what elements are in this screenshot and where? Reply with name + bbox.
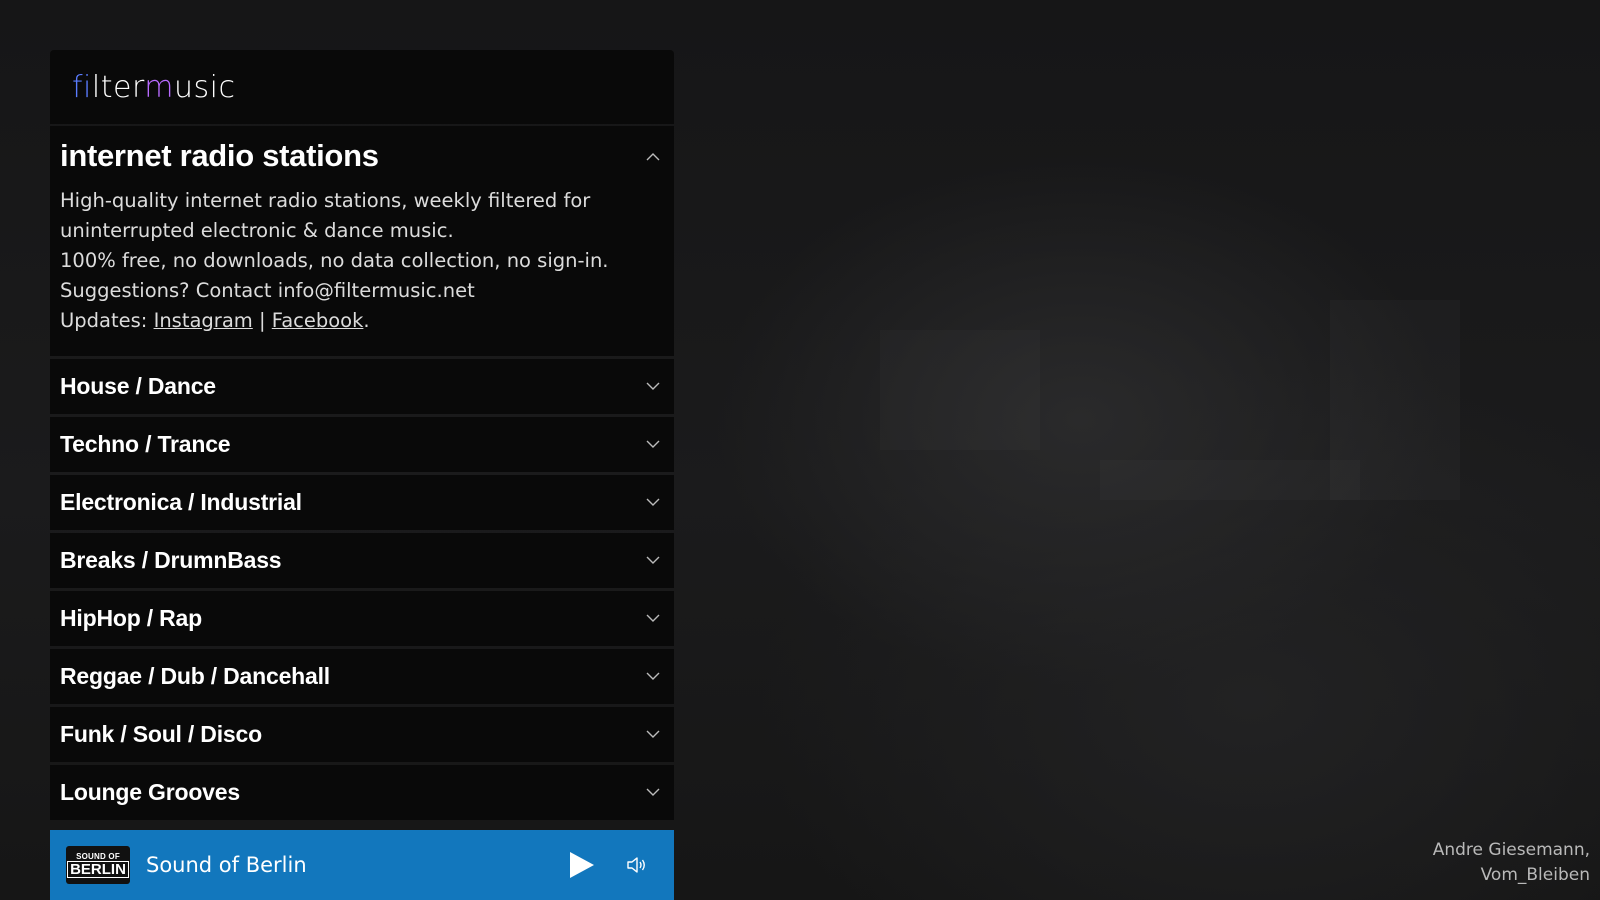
station-name: Sound of Berlin (146, 853, 307, 877)
logo-text-part: lter (91, 69, 145, 105)
play-icon[interactable] (566, 850, 596, 880)
intro-line: Suggestions? Contact info@filtermusic.ne… (60, 279, 475, 302)
category-label: Techno / Trance (60, 431, 231, 457)
header: filtermusic (50, 50, 674, 124)
player-bar: SOUND OF BERLIN Sound of Berlin (50, 830, 674, 900)
category-item[interactable]: Reggae / Dub / Dancehall (50, 649, 674, 704)
credit-line: Andre Giesemann, (1432, 840, 1590, 860)
facebook-link[interactable]: Facebook (272, 309, 364, 332)
filtermusic-logo[interactable]: filtermusic (72, 70, 236, 105)
intro-line: 100% free, no downloads, no data collect… (60, 249, 609, 272)
chevron-down-icon[interactable] (646, 437, 660, 451)
station-logo-text: SOUND OF (76, 852, 120, 861)
intro-text: High-quality internet radio stations, we… (60, 186, 664, 336)
station-panel: filtermusic internet radio stations High… (50, 50, 674, 823)
chevron-down-icon[interactable] (646, 553, 660, 567)
section-title[interactable]: internet radio stations (60, 138, 664, 174)
instagram-link[interactable]: Instagram (154, 309, 253, 332)
volume-icon[interactable] (626, 854, 648, 876)
updates-label: Updates: (60, 309, 148, 332)
chevron-down-icon[interactable] (646, 785, 660, 799)
logo-text-part: usic (174, 69, 236, 105)
chevron-down-icon[interactable] (646, 611, 660, 625)
category-item[interactable]: Breaks / DrumnBass (50, 533, 674, 588)
chevron-down-icon[interactable] (646, 379, 660, 393)
station-logo-text: BERLIN (67, 861, 129, 878)
category-item[interactable]: Lounge Grooves (50, 765, 674, 820)
logo-text-part: fi (72, 69, 92, 105)
period: . (363, 309, 370, 332)
photo-credit: Andre Giesemann, Vom_Bleiben (1433, 838, 1590, 888)
category-label: House / Dance (60, 373, 216, 399)
intro-line: High-quality internet radio stations, we… (60, 189, 591, 212)
category-label: HipHop / Rap (60, 605, 202, 631)
category-item[interactable]: House / Dance (50, 359, 674, 414)
chevron-down-icon[interactable] (646, 727, 660, 741)
category-item[interactable]: Techno / Trance (50, 417, 674, 472)
category-item[interactable]: HipHop / Rap (50, 591, 674, 646)
category-label: Lounge Grooves (60, 779, 240, 805)
category-label: Electronica / Industrial (60, 489, 302, 515)
intro-section: internet radio stations High-quality int… (50, 126, 674, 356)
category-label: Breaks / DrumnBass (60, 547, 282, 573)
background-shape (1100, 460, 1360, 500)
category-label: Reggae / Dub / Dancehall (60, 663, 330, 689)
category-item[interactable]: Funk / Soul / Disco (50, 707, 674, 762)
chevron-down-icon[interactable] (646, 495, 660, 509)
category-list: House / Dance Techno / Trance Electronica … (50, 359, 674, 820)
background-shape (880, 330, 1040, 450)
chevron-down-icon[interactable] (646, 669, 660, 683)
category-item[interactable]: Electronica / Industrial (50, 475, 674, 530)
separator: | (258, 309, 266, 332)
chevron-up-icon[interactable] (646, 150, 660, 164)
logo-text-part: m (144, 69, 175, 105)
credit-line: Vom_Bleiben (1480, 865, 1590, 885)
intro-line: uninterrupted electronic & dance music. (60, 219, 454, 242)
station-logo: SOUND OF BERLIN (66, 846, 130, 884)
category-label: Funk / Soul / Disco (60, 721, 262, 747)
